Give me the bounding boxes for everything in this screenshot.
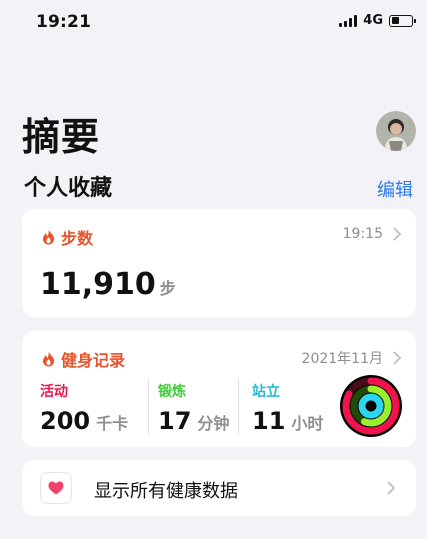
metric-move-value: 200	[40, 407, 91, 435]
metric-exercise-label: 锻炼	[158, 384, 186, 400]
metric-move-label: 活动	[40, 384, 68, 400]
edit-button[interactable]: 编辑	[377, 176, 413, 202]
battery-icon	[389, 14, 416, 27]
heart-icon-box	[40, 472, 72, 504]
status-time: 19:21	[36, 12, 92, 32]
steps-meta: 19:15	[343, 226, 402, 242]
metric-stand-label: 站立	[252, 384, 280, 400]
metric-exercise-unit: 分钟	[197, 414, 230, 433]
signal-icon	[339, 14, 358, 27]
steps-card[interactable]: 步数 19:15 11,910 步	[22, 209, 416, 317]
status-indicators: 4G	[339, 13, 416, 28]
metric-move: 活动 200 千卡	[40, 381, 128, 435]
fitness-header: 健身记录	[42, 347, 125, 371]
metric-stand: 站立 11 小时	[252, 381, 323, 435]
fitness-meta: 2021年11月	[302, 348, 402, 368]
steps-title: 步数	[61, 229, 94, 248]
chevron-right-icon	[387, 481, 395, 495]
avatar[interactable]	[376, 111, 416, 151]
chevron-right-icon	[393, 351, 401, 365]
flame-icon	[43, 351, 54, 367]
metric-stand-unit: 小时	[291, 414, 324, 433]
metric-exercise: 锻炼 17 分钟	[158, 381, 229, 435]
steps-unit: 步	[159, 279, 176, 298]
page-title: 摘要	[22, 115, 101, 159]
status-bar: 19:21 4G	[0, 0, 427, 44]
fitness-title: 健身记录	[61, 351, 126, 370]
chevron-right-icon	[393, 227, 401, 241]
metric-move-unit: 千卡	[96, 414, 129, 433]
steps-header: 步数	[42, 225, 93, 249]
show-all-health-data-button[interactable]: 显示所有健康数据	[22, 460, 416, 516]
steps-value: 11,910	[40, 267, 156, 302]
divider	[148, 379, 149, 435]
flame-icon	[43, 229, 54, 245]
metric-stand-value: 11	[252, 407, 286, 435]
activity-rings-icon	[340, 375, 402, 437]
show-all-health-data-label: 显示所有健康数据	[94, 481, 238, 502]
heart-icon	[48, 481, 64, 495]
network-type: 4G	[363, 13, 383, 28]
metric-exercise-value: 17	[158, 407, 192, 435]
favorites-title: 个人收藏	[24, 176, 113, 201]
fitness-date: 2021年11月	[301, 351, 383, 367]
fitness-card[interactable]: 健身记录 2021年11月 活动 200 千卡 锻炼 17 分钟 站立 11 小…	[22, 331, 416, 447]
divider	[238, 379, 239, 435]
steps-value-group: 11,910 步	[40, 267, 176, 302]
steps-time: 19:15	[342, 226, 383, 242]
